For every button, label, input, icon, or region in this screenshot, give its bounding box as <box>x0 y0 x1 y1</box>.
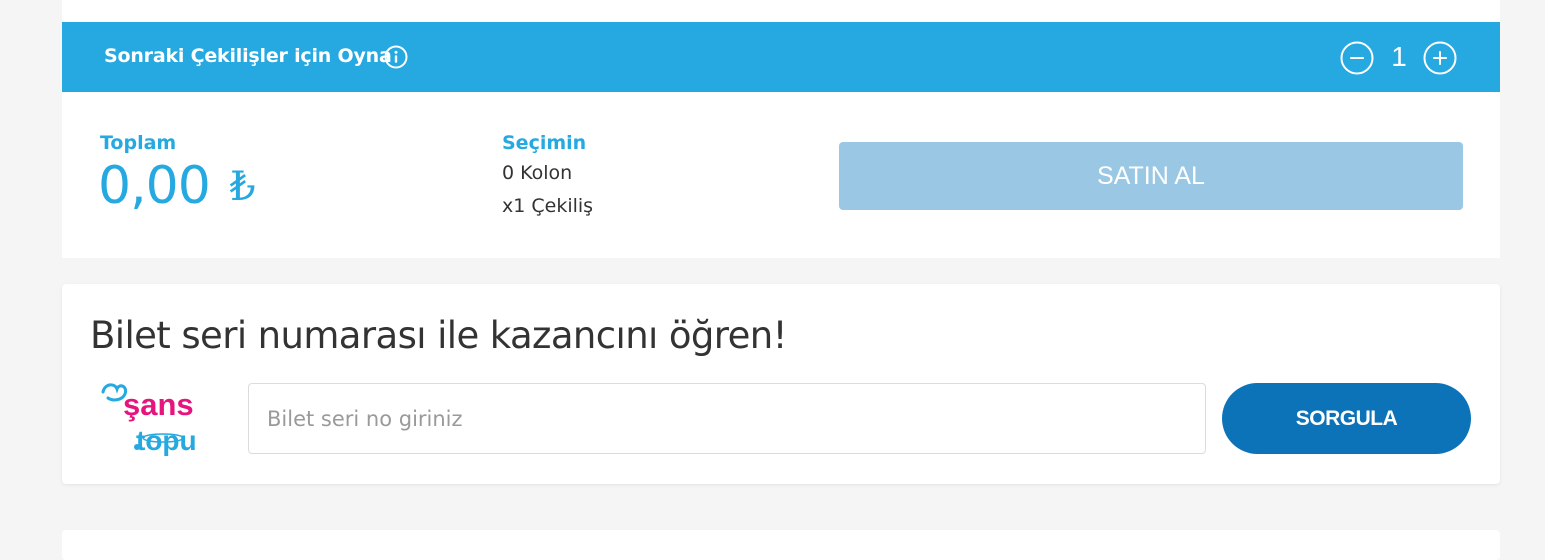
previous-card-bottom <box>62 0 1500 22</box>
selection-draws: x1 Çekiliş <box>502 195 594 217</box>
total-amount: 0,00 <box>98 156 211 216</box>
purchase-summary-card: Toplam 0,00 ₺ Seçimin 0 Kolon x1 Çekiliş… <box>62 92 1500 258</box>
selection-columns: 0 Kolon <box>502 162 573 184</box>
next-draws-bar: Sonraki Çekilişler için Oyna 1 <box>62 22 1500 92</box>
query-button[interactable]: SORGULA <box>1222 383 1471 454</box>
ticket-query-card: Bilet seri numarası ile kazancını öğren!… <box>62 284 1500 484</box>
draw-count-value: 1 <box>1391 41 1407 72</box>
next-draws-title: Sonraki Çekilişler için Oyna <box>104 45 392 67</box>
plus-icon[interactable] <box>1423 41 1457 75</box>
logo-line1: şans <box>123 387 194 422</box>
ticket-query-title: Bilet seri numarası ile kazancını öğren! <box>90 314 787 357</box>
info-icon[interactable] <box>384 45 408 69</box>
lira-currency-icon: ₺ <box>230 164 256 210</box>
selection-label: Seçimin <box>502 132 587 154</box>
ticket-serial-input[interactable] <box>248 383 1206 454</box>
total-label: Toplam <box>100 132 177 154</box>
next-card-top <box>62 530 1500 560</box>
buy-button[interactable]: SATIN AL <box>839 142 1463 210</box>
minus-icon[interactable] <box>1340 41 1374 75</box>
sans-topu-logo: şans topu <box>101 383 197 456</box>
